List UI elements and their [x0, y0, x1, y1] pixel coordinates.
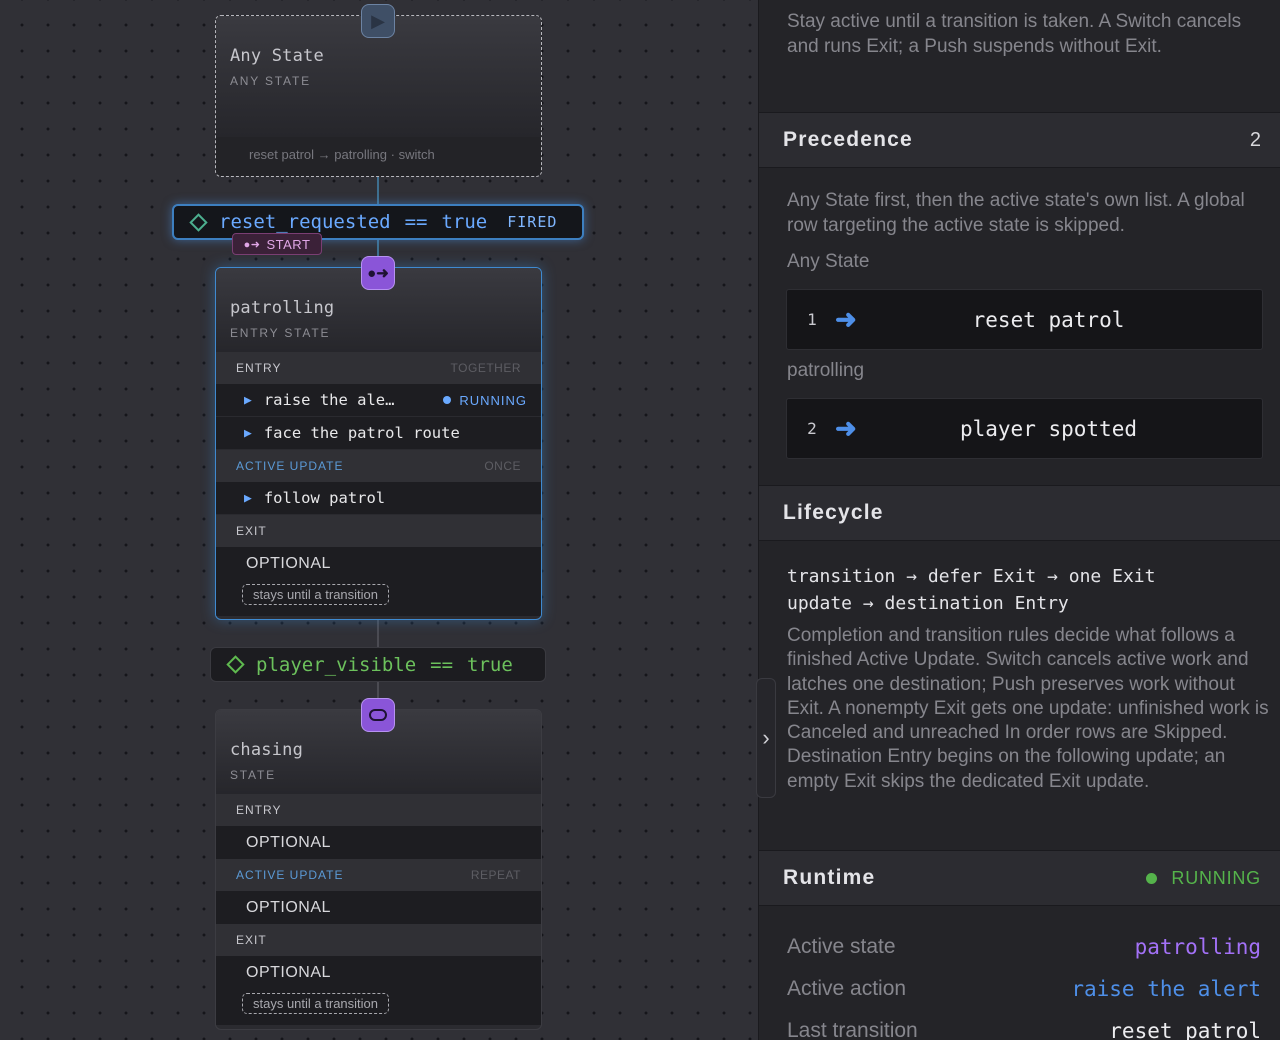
diamond-icon: [226, 655, 245, 674]
status-dot: [1146, 872, 1158, 884]
lifecycle-section-header[interactable]: Lifecycle: [759, 485, 1280, 541]
action-label: follow patrol: [263, 489, 386, 507]
play-icon: ▶: [371, 11, 385, 31]
lifecycle-description: Completion and transition rules decide w…: [787, 625, 1269, 792]
runtime-status: RUNNING: [1146, 868, 1261, 889]
precedence-group-any-state: Any State: [787, 251, 870, 272]
status-dot: [443, 396, 452, 404]
precedence-row[interactable]: 2 ➜ player spotted: [786, 398, 1263, 459]
precedence-row[interactable]: 1 ➜ reset patrol: [786, 289, 1263, 350]
node-title: Any State: [230, 46, 324, 66]
chevron-right-icon: ›: [762, 725, 770, 750]
runtime-row-active-state: Active state patrolling: [787, 935, 1261, 959]
active-update-section-header: ACTIVE UPDATE REPEAT: [216, 859, 541, 891]
any-state-port[interactable]: ▶: [361, 4, 395, 38]
condition-value: true: [441, 211, 488, 233]
exit-section-header: EXIT: [216, 515, 541, 547]
precedence-section-header[interactable]: Precedence 2: [759, 112, 1280, 168]
start-badge: ●➜ START: [232, 233, 322, 255]
wire-any-to-condition: [377, 177, 379, 207]
exit-optional: OPTIONAL: [216, 956, 541, 989]
lifecycle-flow: transition → defer Exit → one Exit updat…: [787, 566, 1156, 614]
arrow-right-icon: ➜: [835, 304, 857, 334]
any-state-node[interactable]: Any State ANY STATE reset patrol → patro…: [215, 15, 542, 177]
chasing-node[interactable]: chasing STATE ENTRY OPTIONAL ACTIVE UPDA…: [215, 709, 542, 1030]
precedence-index: 2: [807, 419, 817, 438]
graph-canvas[interactable]: Any State ANY STATE reset patrol → patro…: [0, 0, 758, 1040]
fired-badge: FIRED: [507, 213, 558, 231]
node-title: chasing: [230, 740, 304, 760]
stays-until-transition: stays until a transition: [242, 993, 390, 1014]
arrow-right-icon: ➜: [835, 413, 857, 443]
active-update-optional: OPTIONAL: [216, 891, 541, 924]
node-kind: ANY STATE: [230, 74, 311, 88]
entry-optional: OPTIONAL: [216, 826, 541, 859]
play-icon: ▶: [244, 490, 252, 506]
precedence-index: 1: [807, 310, 817, 329]
precedence-description: Any State first, then the active state's…: [787, 190, 1245, 236]
section-title: Lifecycle: [783, 501, 884, 524]
play-icon: ▶: [244, 425, 252, 441]
loop-icon: [369, 709, 387, 721]
precedence-count: 2: [1249, 128, 1261, 151]
runtime-row-last-transition: Last transition reset patrol: [787, 1019, 1261, 1040]
section-title: Runtime: [783, 866, 876, 889]
entry-row-face-patrol[interactable]: ▶ face the patrol route: [216, 417, 541, 450]
condition-operator: ==: [404, 211, 428, 233]
patrolling-node[interactable]: patrolling ENTRY STATE ENTRY TOGETHER ▶ …: [215, 267, 542, 620]
action-label: face the patrol route: [263, 424, 460, 442]
condition-value: true: [467, 653, 513, 676]
inspector-panel: Stay active until a transition is taken.…: [758, 0, 1280, 1040]
node-kind: STATE: [230, 768, 276, 782]
any-state-footer: reset patrol → patrolling · switch: [216, 137, 541, 176]
section-title: Precedence: [783, 128, 913, 151]
runtime-row-active-action: Active action raise the alert: [787, 977, 1261, 1001]
entry-section-header: ENTRY: [216, 794, 541, 826]
transition-label: reset patrol: [972, 307, 1125, 332]
running-status: RUNNING: [443, 393, 527, 408]
condition-name: reset_requested: [219, 211, 391, 233]
condition-operator: ==: [430, 653, 454, 676]
patrolling-port[interactable]: ●➜: [361, 256, 395, 290]
active-update-section-header: ACTIVE UPDATE ONCE: [216, 450, 541, 482]
start-label: START: [266, 236, 311, 252]
start-icon: ●➜: [243, 238, 261, 251]
active-update-row-follow-patrol[interactable]: ▶ follow patrol: [216, 482, 541, 515]
exit-optional: OPTIONAL: [216, 547, 541, 580]
exit-section-header: EXIT: [216, 924, 541, 956]
condition-name: player_visible: [256, 653, 417, 676]
entry-section-header: ENTRY TOGETHER: [216, 352, 541, 384]
condition-player-visible[interactable]: player_visible == true: [210, 647, 546, 682]
node-title: patrolling: [230, 298, 335, 318]
collapse-panel-button[interactable]: ›: [756, 678, 776, 798]
action-label: raise the ale…: [263, 391, 395, 409]
play-icon: ▶: [244, 392, 252, 408]
state-behavior-text: Stay active until a transition is taken.…: [787, 11, 1242, 57]
runtime-section-header[interactable]: Runtime RUNNING: [759, 850, 1280, 906]
wire-patrolling-to-condition: [377, 620, 379, 648]
enter-arrow-icon: ●➜: [367, 264, 389, 282]
stays-until-transition: stays until a transition: [242, 584, 390, 605]
precedence-group-patrolling: patrolling: [787, 360, 865, 381]
node-kind: ENTRY STATE: [230, 326, 331, 340]
entry-row-raise-alert[interactable]: ▶ raise the ale… RUNNING: [216, 384, 541, 417]
transition-label: player spotted: [959, 416, 1137, 441]
chasing-port[interactable]: [361, 698, 395, 732]
diamond-icon: [189, 212, 208, 232]
